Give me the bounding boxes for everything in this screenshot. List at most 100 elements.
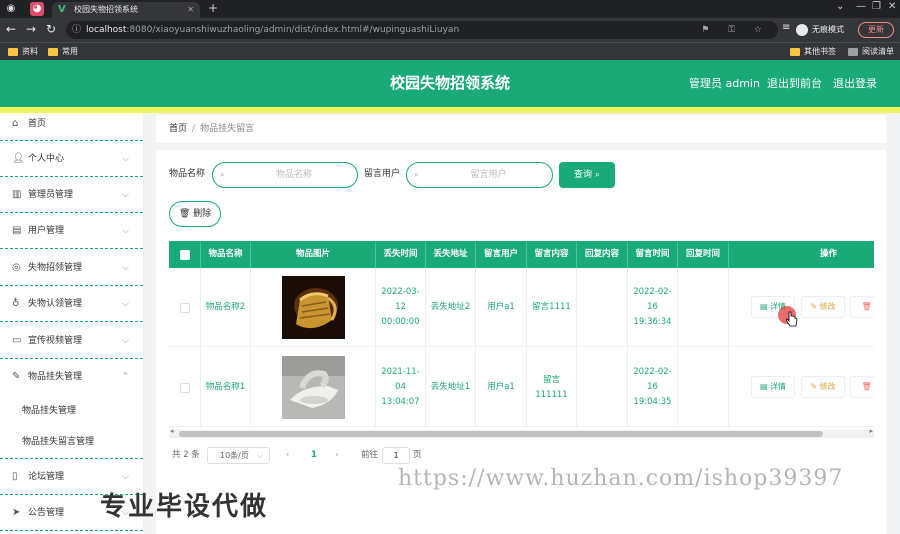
- trash-icon: 🗑︎: [861, 302, 872, 311]
- cell-lost-time: 2022-03-12 00:00:00: [376, 268, 426, 347]
- page-size-select[interactable]: 10条/页 ⌵: [207, 447, 270, 464]
- batch-delete-button[interactable]: 🗑︎ 删除: [169, 201, 221, 227]
- user-filter-input[interactable]: [406, 162, 553, 188]
- send-icon: ➤: [12, 507, 21, 518]
- minimize-icon[interactable]: —: [856, 1, 866, 12]
- target-icon: ◎: [12, 262, 21, 273]
- scroll-right-icon[interactable]: ▸: [869, 427, 873, 435]
- hand-cursor-icon: [786, 311, 798, 327]
- cell-reply-time: [678, 348, 729, 427]
- delete-button[interactable]: 🗑︎ 删: [850, 296, 874, 318]
- tab-active[interactable]: V 校园失物招领系统 ✕: [52, 2, 200, 18]
- cell-reply-time: [678, 268, 729, 347]
- sidebar-item-users[interactable]: ▤ 用户管理 ⌵: [0, 213, 143, 249]
- url-host: localhost: [86, 25, 127, 35]
- col-header-msg-time: 留言时间: [628, 241, 678, 268]
- back-icon[interactable]: ←: [6, 22, 16, 36]
- cell-reply: [577, 268, 628, 347]
- item-image-iron[interactable]: [281, 356, 345, 419]
- browser-menu-icon[interactable]: ◉: [4, 2, 18, 16]
- edit-button[interactable]: ✎ 修改: [801, 296, 845, 318]
- table-header: 物品名称 物品图片 丢失时间 丢失地址 留言用户 留言内容 回复内容 留言时间 …: [169, 241, 874, 268]
- table-row: 物品名称1 2021-11-04 13:04:07 丢失地址1 用户a1 留言1…: [169, 348, 874, 427]
- cell-actions: ▤ 详情 ✎ 修改 🗑︎ 删: [729, 348, 874, 427]
- reading-list-icon[interactable]: ≡: [782, 22, 790, 33]
- page-number-current[interactable]: 1: [311, 446, 317, 464]
- logout-link[interactable]: 退出登录: [833, 60, 877, 107]
- breadcrumb-home[interactable]: 首页: [169, 124, 187, 134]
- chevron-down-icon: ⌵: [122, 190, 129, 200]
- breadcrumb: 首页 / 物品挂失留言: [156, 115, 886, 143]
- query-button[interactable]: 查询 ⌕: [559, 162, 615, 188]
- bookmarks-bar: 资料 常用 其他书签 阅读清单: [0, 42, 900, 60]
- cell-content: 留言111111: [527, 348, 577, 427]
- bookmark-folder-2[interactable]: 常用: [48, 45, 78, 59]
- select-all-cell: [169, 241, 201, 268]
- cell-lost-address: 丢失地址2: [426, 268, 476, 347]
- messages-table: 物品名称 物品图片 丢失时间 丢失地址 留言用户 留言内容 回复内容 留言时间 …: [169, 241, 874, 433]
- bookmark-other[interactable]: 其他书签: [790, 45, 836, 59]
- site-info-icon[interactable]: ⓘ: [72, 21, 81, 39]
- sidebar-item-claim[interactable]: ♁ 失物认领管理 ⌵: [0, 286, 143, 322]
- col-header-lost-address: 丢失地址: [426, 241, 476, 268]
- phone-icon: ▯: [12, 471, 18, 482]
- folder-icon: [48, 48, 58, 56]
- chevron-down-icon[interactable]: ⌄: [836, 1, 844, 12]
- detail-button[interactable]: ▤ 详情: [751, 376, 795, 398]
- table-horizontal-scrollbar[interactable]: ◂ ▸: [169, 427, 874, 438]
- delete-button[interactable]: 🗑︎ 删: [850, 376, 874, 398]
- row-select-cell: [169, 268, 201, 347]
- sidebar: ⌂ 首页 👤︎ 个人中心 ⌵ ▥ 管理员管理 ⌵ ▤ 用户管理 ⌵ ◎ 失物招领…: [0, 113, 143, 534]
- scroll-left-icon[interactable]: ◂: [170, 427, 174, 435]
- edit-icon: ✎: [810, 382, 818, 391]
- col-header-content: 留言内容: [527, 241, 577, 268]
- vue-logo-icon: V: [58, 4, 66, 15]
- incognito-indicator[interactable]: 无痕模式: [796, 22, 844, 38]
- edit-button[interactable]: ✎ 修改: [801, 376, 845, 398]
- select-all-checkbox[interactable]: [179, 249, 190, 260]
- pinned-tab-icon[interactable]: ◕: [30, 2, 44, 16]
- address-bar: ← → ↻ ⓘ localhost:8080/xiaoyuanshiwuzhao…: [0, 18, 900, 42]
- cell-name: 物品名称2: [201, 268, 251, 347]
- sidebar-item-home[interactable]: ⌂ 首页: [0, 113, 143, 141]
- chevron-down-icon: ⌵: [122, 263, 129, 273]
- edit-icon: ✎: [810, 302, 818, 311]
- sidebar-item-profile[interactable]: 👤︎ 个人中心 ⌵: [0, 141, 143, 177]
- to-front-link[interactable]: 退出到前台: [767, 60, 822, 107]
- next-page-button[interactable]: ›: [335, 446, 338, 464]
- scrollbar-thumb[interactable]: [179, 431, 823, 437]
- chevron-down-icon: ⌵: [122, 154, 129, 164]
- col-header-lost-time: 丢失时间: [376, 241, 426, 268]
- cell-image: [251, 348, 376, 427]
- forward-icon[interactable]: →: [26, 22, 36, 36]
- restore-icon[interactable]: ❐: [872, 1, 881, 12]
- goto-page-input[interactable]: 1: [382, 447, 410, 464]
- name-filter-input[interactable]: [212, 162, 358, 188]
- sidebar-subitem-report-loss[interactable]: 物品挂失管理: [0, 396, 143, 426]
- trash-icon: 🗑︎: [861, 382, 872, 391]
- bookmark-reading-list[interactable]: 阅读清单: [848, 45, 894, 59]
- close-tab-icon[interactable]: ✕: [187, 2, 194, 18]
- sidebar-subitem-report-messages[interactable]: 物品挂失留言管理: [0, 427, 143, 459]
- sidebar-item-admin[interactable]: ▥ 管理员管理 ⌵: [0, 177, 143, 213]
- update-button[interactable]: 更新: [858, 22, 894, 38]
- list-icon: [848, 48, 858, 56]
- row-checkbox[interactable]: [179, 302, 190, 313]
- folder-icon: [8, 48, 18, 56]
- col-header-user: 留言用户: [476, 241, 527, 268]
- search-icon: ⌕: [414, 170, 420, 180]
- sidebar-item-report-loss[interactable]: ✎ 物品挂失管理 ⌃: [0, 359, 143, 395]
- prev-page-button[interactable]: ‹: [286, 446, 289, 464]
- url-action-icons[interactable]: ⚑ ⚿ ☆: [701, 21, 770, 39]
- page-suffix: 页: [413, 450, 422, 460]
- edit-icon: ✎: [12, 371, 21, 382]
- url-field[interactable]: ⓘ localhost:8080/xiaoyuanshiwuzhaoling/a…: [66, 21, 778, 39]
- new-tab-icon[interactable]: +: [208, 1, 218, 15]
- close-window-icon[interactable]: ✕: [888, 1, 896, 12]
- sidebar-item-lost-found[interactable]: ◎ 失物招领管理 ⌵: [0, 250, 143, 286]
- bookmark-folder-1[interactable]: 资料: [8, 45, 38, 59]
- reload-icon[interactable]: ↻: [46, 22, 56, 36]
- item-image-bamboo-basket[interactable]: [281, 276, 345, 339]
- row-checkbox[interactable]: [179, 382, 190, 393]
- sidebar-item-video[interactable]: ▭ 宣传视频管理 ⌵: [0, 323, 143, 359]
